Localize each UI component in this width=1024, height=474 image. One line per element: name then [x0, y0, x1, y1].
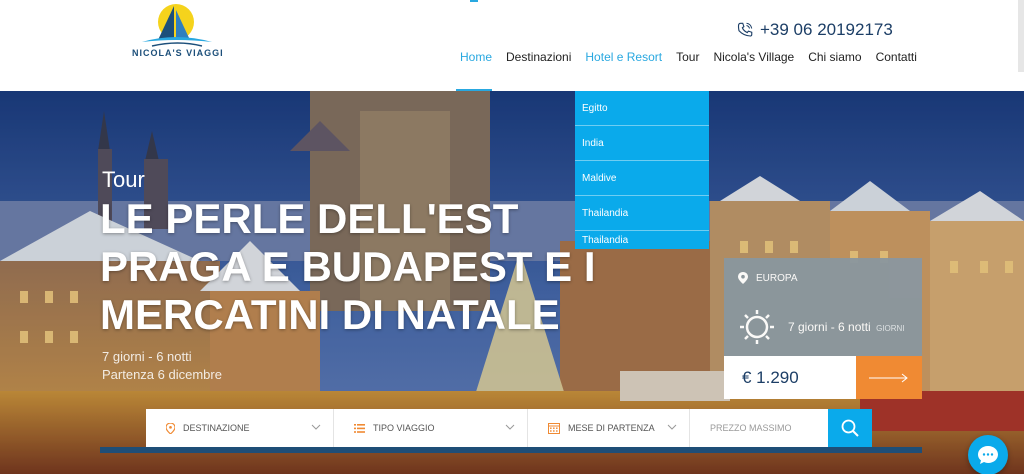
nav-nicolas-village[interactable]: Nicola's Village	[713, 50, 794, 64]
card-duration: 7 giorni - 6 notti GIORNI	[724, 298, 922, 356]
departure-month-label: MESE DI PARTENZA	[568, 423, 655, 433]
nav-chi-siamo[interactable]: Chi siamo	[808, 50, 861, 64]
nav-home[interactable]: Home	[460, 50, 492, 64]
nav-destinazioni[interactable]: Destinazioni	[506, 50, 571, 64]
dropdown-item-thailandia[interactable]: Thailandia	[575, 196, 709, 231]
nav-contatti[interactable]: Contatti	[876, 50, 917, 64]
chevron-down-icon	[311, 424, 321, 430]
card-details-button[interactable]	[856, 356, 922, 399]
hero-title[interactable]: LE PERLE DELL'EST PRAGA E BUDAPEST E I M…	[100, 195, 640, 339]
calendar-icon	[548, 423, 560, 434]
site-header: NICOLA'S VIAGGI +39 06 20192173 Home Des…	[0, 0, 1024, 91]
hero-subtitle: 7 giorni - 6 notti Partenza 6 dicembre	[102, 348, 222, 384]
card-duration-text: 7 giorni - 6 notti GIORNI	[788, 320, 905, 334]
hero-banner: Tour LE PERLE DELL'EST PRAGA E BUDAPEST …	[0, 91, 1024, 474]
map-pin-icon	[166, 422, 175, 434]
chevron-down-icon	[667, 424, 677, 430]
hero-category: Tour	[102, 167, 145, 192]
arrow-right-icon	[869, 373, 908, 382]
chat-button[interactable]	[968, 435, 1008, 474]
card-duration-unit: GIORNI	[876, 324, 905, 333]
card-price-row: € 1.290	[724, 356, 922, 399]
max-price-field	[690, 409, 828, 447]
card-region-label: EUROPA	[756, 272, 798, 284]
search-button[interactable]	[828, 409, 872, 447]
nav-hotel-e-resort[interactable]: Hotel e Resort	[585, 50, 662, 64]
map-pin-icon	[738, 272, 748, 284]
dropdown-item-india[interactable]: India	[575, 126, 709, 161]
sun-icon	[740, 310, 774, 344]
destination-label: DESTINAZIONE	[183, 423, 250, 433]
chat-icon	[978, 446, 998, 464]
phone-contact[interactable]: +39 06 20192173	[736, 20, 893, 40]
phone-number[interactable]: +39 06 20192173	[760, 20, 893, 40]
brand-name: NICOLA'S VIAGGI	[132, 48, 224, 58]
max-price-input[interactable]	[710, 423, 810, 433]
dropdown-item-thailandia-2[interactable]: Thailandia	[575, 231, 709, 249]
hero-departure: Partenza 6 dicembre	[102, 367, 222, 382]
main-nav: Home Destinazioni Hotel e Resort Tour Ni…	[460, 50, 917, 64]
phone-icon	[737, 22, 753, 37]
destination-select[interactable]: DESTINAZIONE	[146, 409, 334, 447]
departure-month-select[interactable]: MESE DI PARTENZA	[528, 409, 690, 447]
tour-card: EUROPA 7 giorni - 6 notti GIORNI € 1.290	[724, 258, 922, 399]
search-bar-shadow	[100, 447, 922, 453]
trip-type-select[interactable]: TIPO VIAGGIO	[334, 409, 528, 447]
top-indicator	[470, 0, 478, 2]
list-icon	[354, 423, 365, 433]
hero-duration: 7 giorni - 6 notti	[102, 349, 192, 364]
chevron-down-icon	[505, 424, 515, 430]
trip-type-label: TIPO VIAGGIO	[373, 423, 435, 433]
dropdown-item-maldive[interactable]: Maldive	[575, 161, 709, 196]
card-duration-value: 7 giorni - 6 notti	[788, 320, 871, 334]
card-region: EUROPA	[724, 258, 922, 298]
card-price: € 1.290	[724, 356, 856, 399]
dropdown-item-egitto[interactable]: Egitto	[575, 91, 709, 126]
search-bar: DESTINAZIONE TIPO VIAGGIO MESE DI PARTEN…	[146, 409, 872, 447]
scrollbar[interactable]	[1018, 0, 1024, 72]
nav-tour[interactable]: Tour	[676, 50, 699, 64]
hotel-resort-dropdown: Egitto India Maldive Thailandia Thailand…	[575, 91, 709, 249]
search-icon	[841, 419, 859, 437]
